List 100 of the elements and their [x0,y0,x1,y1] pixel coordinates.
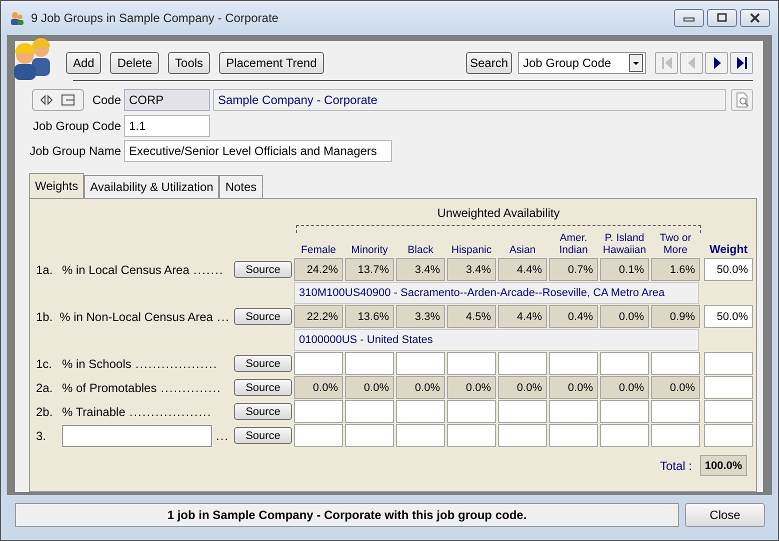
value-cell: 0.0% [294,376,343,400]
value-cell: 0.0% [549,376,598,400]
window-title: 9 Job Groups in Sample Company - Corporate [31,11,278,25]
source-button[interactable]: Source [234,261,292,278]
value-cell[interactable] [294,424,343,448]
value-cell[interactable] [396,400,445,424]
value-cell[interactable] [447,424,496,448]
search-button[interactable]: Search [466,52,512,74]
close-button[interactable]: Close [685,503,765,527]
value-cell[interactable] [345,352,394,376]
weight-cell[interactable] [704,376,753,400]
value-cell: 0.0% [498,376,547,400]
value-cell[interactable] [294,400,343,424]
last-record-button[interactable] [730,52,753,74]
column-header: Minority [350,244,389,256]
value-cell[interactable] [345,424,394,448]
value-cell[interactable] [396,352,445,376]
window-close-button[interactable] [740,9,770,27]
tab[interactable]: Weights [29,173,84,198]
value-cell[interactable] [651,400,700,424]
job-group-code-field[interactable]: 1.1 [124,114,210,137]
source-button[interactable]: Source [234,427,292,444]
weight-cell[interactable] [704,400,753,424]
value-cell: 0.0% [651,376,700,400]
source-button[interactable]: Source [234,355,292,372]
value-cell[interactable] [447,400,496,424]
value-cell[interactable] [294,352,343,376]
row-label-field[interactable] [62,424,212,447]
leader-dots: ....... [193,262,224,277]
weight-cell[interactable]: 50.0% [704,305,753,328]
value-cell[interactable] [498,424,547,448]
value-cell: 22.2% [294,305,343,328]
value-cell[interactable] [549,352,598,376]
first-icon [660,55,674,71]
document-search-icon[interactable] [731,88,753,111]
field-label: Job Group Name [28,144,121,158]
toolbar-button[interactable]: Placement Trend [219,52,324,74]
toolbar-button[interactable]: Add [66,52,102,74]
minimize-button[interactable] [674,9,704,27]
row-code: 1a. [36,262,54,277]
value-cell: 3.4% [447,258,496,282]
column-header: Weight [708,244,749,256]
value-cell: 0.0% [345,376,394,400]
row-code: 1c. [36,356,54,371]
value-cell[interactable] [498,400,547,424]
maximize-icon [716,13,728,23]
tab[interactable]: Notes [219,175,263,198]
value-cell: 13.6% [345,305,394,328]
value-cell: 0.7% [549,258,598,282]
toolbar-button[interactable]: Tools [168,52,210,74]
next-record-button[interactable] [705,52,728,74]
value-cell[interactable] [651,424,700,448]
source-button[interactable]: Source [234,308,292,326]
source-button[interactable]: Source [234,379,292,396]
leader-dots: ................... [129,404,212,419]
value-cell: 4.4% [498,258,547,282]
row-label: % in Non-Local Census Area [60,310,213,324]
value-cell: 0.9% [651,305,700,328]
value-cell[interactable] [345,400,394,424]
firm-code-field[interactable]: CORP [124,88,210,111]
job-group-name-field[interactable]: Executive/Senior Level Officials and Managers [124,140,392,162]
value-cell: 0.1% [600,258,649,282]
column-header: Hispanic [450,244,493,256]
value-cell[interactable] [600,424,649,448]
value-cell[interactable] [600,400,649,424]
value-cell: 24.2% [294,258,343,282]
search-dropdown[interactable]: Job Group Code [518,52,646,74]
group-title: Unweighted Availability [436,205,561,222]
value-cell: 0.4% [549,305,598,328]
value-cell[interactable] [549,424,598,448]
value-cell: 0.0% [600,376,649,400]
value-cell: 4.5% [447,305,496,328]
value-cell[interactable] [549,400,598,424]
row-label: % in Schools [62,356,132,371]
tab[interactable]: Availability & Utilization [84,175,220,198]
last-icon [734,55,748,71]
status-message: 1 job in Sample Company - Corporate with this job group code. [15,503,679,527]
value-cell[interactable] [600,352,649,376]
value-cell[interactable] [651,352,700,376]
workers-icon [9,10,25,26]
value-cell[interactable] [498,352,547,376]
total-label: Total : [660,458,692,473]
census-area-field: 310M100US40900 - Sacramento--Arden-Arcade--Roseville, CA Metro Area [294,282,699,304]
value-cell: 0.0% [447,376,496,400]
value-cell[interactable] [396,424,445,448]
maximize-button[interactable] [707,9,737,27]
weight-cell[interactable]: 50.0% [704,258,753,282]
row-code: 3. [36,428,48,443]
row-label: % in Local Census Area [62,262,190,277]
value-cell: 0.0% [396,376,445,400]
split-toggle-icon[interactable] [32,88,84,111]
field-label: Job Group Code [32,118,121,133]
weight-cell[interactable] [704,424,753,448]
row-code: 1b. [36,310,54,324]
weight-cell[interactable] [704,352,753,376]
toolbar-button[interactable]: Delete [110,52,160,74]
value-cell[interactable] [447,352,496,376]
source-button[interactable]: Source [234,403,292,420]
value-cell: 0.0% [600,305,649,328]
row-code: 2b. [36,404,54,419]
